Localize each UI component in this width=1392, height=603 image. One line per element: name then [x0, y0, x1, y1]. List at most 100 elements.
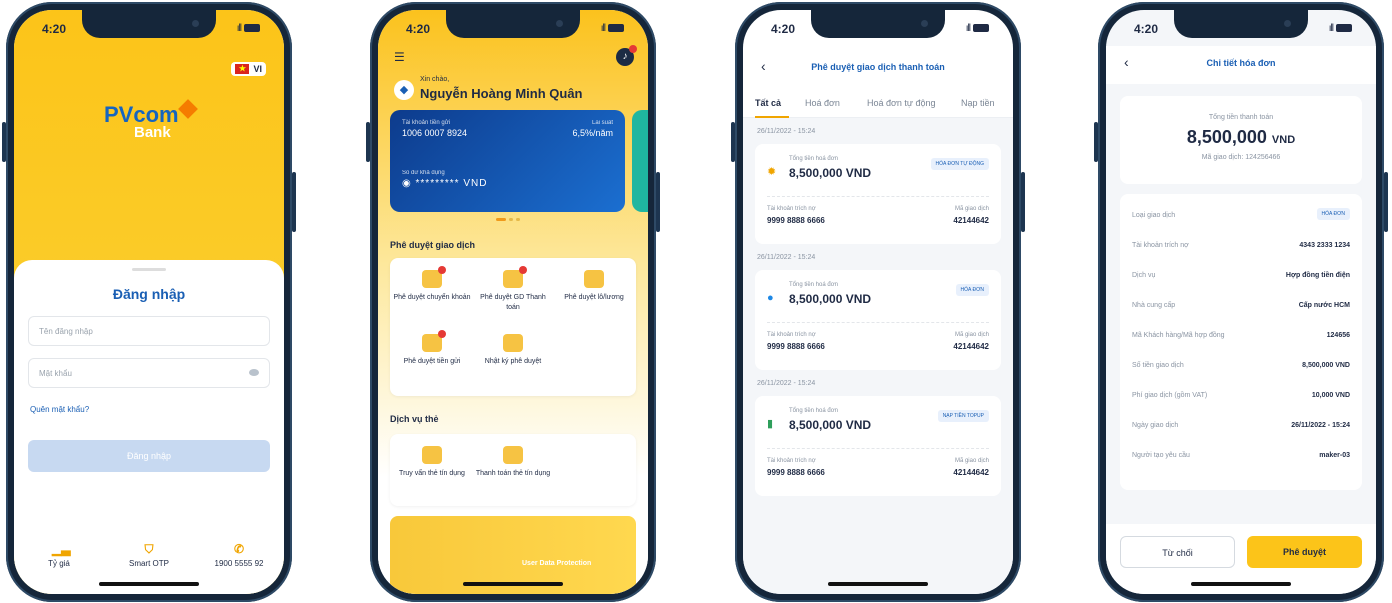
notch — [82, 10, 216, 38]
item-amount: 8,500,000 VND — [789, 166, 872, 180]
username-input[interactable]: Tên đăng nhập — [28, 316, 270, 346]
battery-icon — [973, 24, 989, 33]
next-account-card[interactable] — [632, 110, 648, 212]
quick-label: Tỷ giá — [48, 559, 70, 568]
detail-key: Dịch vụ — [1132, 272, 1156, 279]
notch — [811, 10, 945, 38]
password-input[interactable]: Mật khẩu — [28, 358, 270, 388]
home-indicator — [828, 582, 928, 586]
status-badge: HÓA ĐƠN — [955, 284, 989, 296]
item-amount: 8,500,000 VND — [789, 418, 872, 432]
tab-topup[interactable]: Nạp tiền — [961, 98, 995, 108]
detail-row: Tài khoản trích nợ 4343 2333 1234 — [1132, 238, 1350, 254]
total-value: 8,500,000 — [1186, 127, 1267, 147]
total-unit: VND — [1271, 134, 1296, 146]
debit-account-label: Tài khoản trích nợ — [767, 206, 816, 212]
reject-button[interactable]: Từ chối — [1120, 536, 1235, 568]
account-card[interactable]: Tài khoản tiền gửi 1006 0007 8924 Lãi su… — [390, 110, 625, 212]
detail-row: Dịch vụ Hợp đồng tiền điện — [1132, 268, 1350, 284]
water-drop-icon: ● — [767, 292, 774, 304]
forgot-password-link[interactable]: Quên mật khẩu? — [30, 405, 89, 414]
quick-smart-otp[interactable]: ⛉ Smart OTP — [114, 543, 184, 568]
detail-row: Nhà cung cấp Cấp nước HCM — [1132, 298, 1350, 314]
transaction-code-label: Mã giao dịch — [954, 458, 989, 464]
tile-approve-deposit[interactable]: Phê duyệt tiền gửi — [392, 330, 472, 367]
tile-approval-log[interactable]: Nhật ký phê duyệt — [473, 334, 553, 367]
bank-logo: PVcom Bank — [104, 99, 198, 142]
tab-all[interactable]: Tất cả — [755, 98, 781, 108]
status-badge: HÓA ĐƠN — [1316, 208, 1350, 220]
balance-block: Số dư khả dụng ◉ ********* VND — [402, 170, 487, 189]
card-query-icon — [422, 446, 442, 464]
menu-icon[interactable]: ☰ — [394, 50, 405, 64]
debit-account-label: Tài khoản trích nợ — [767, 458, 816, 464]
transaction-code: Mã giao dịch: 124256466 — [1201, 154, 1281, 161]
debit-account-value: 9999 8888 6666 — [767, 216, 825, 225]
password-placeholder: Mật khẩu — [39, 369, 72, 378]
login-button[interactable]: Đăng nhập — [28, 440, 270, 472]
rate-label: Lãi suất — [591, 120, 613, 126]
eye-icon[interactable]: ◉ — [402, 178, 416, 189]
section-title-card-services: Dịch vụ thẻ — [390, 414, 439, 424]
eye-icon[interactable] — [249, 369, 259, 376]
language-label: VI — [253, 64, 262, 74]
quick-label: 1900 5555 92 — [214, 559, 264, 568]
tile-approve-payment[interactable]: Phê duyệt GD Thanh toán — [473, 266, 553, 313]
screen: 4:20 ıll ☰ ♪ ◆ Xin chào, Nguyễn Hoàng Mi… — [378, 10, 648, 594]
quick-hotline[interactable]: ✆ 1900 5555 92 — [204, 543, 274, 568]
user-name: Nguyễn Hoàng Minh Quân — [420, 86, 583, 101]
tab-auto-bill[interactable]: Hoá đơn tự động — [867, 98, 935, 108]
tile-label: Phê duyệt lô/lương — [564, 294, 624, 301]
banner-text: User Data Protection — [522, 560, 592, 567]
home-indicator — [1191, 582, 1291, 586]
balance-text: ********* VND — [415, 178, 488, 189]
balance-label: Số dư khả dụng — [402, 170, 445, 176]
list-item[interactable]: ✹ Tổng tiền hoá đơn 8,500,000 VND HÓA ĐƠN T… — [755, 144, 1001, 244]
total-label: Tổng tiền thanh toán — [1208, 114, 1274, 121]
deposit-icon — [422, 330, 446, 352]
notification-bell-icon[interactable]: ♪ — [616, 45, 637, 66]
card-services-panel: Truy vấn thẻ tín dụng Thanh toán thẻ tín… — [390, 434, 636, 506]
greeting: Xin chào, — [420, 76, 450, 83]
transfer-icon — [422, 266, 446, 288]
date-label: 26/11/2022 - 15:24 — [757, 254, 816, 261]
tab-bill[interactable]: Hoá đơn — [805, 98, 840, 108]
list-item[interactable]: ▮ Tổng tiền hoá đơn 8,500,000 VND NẠP TIỀN … — [755, 396, 1001, 496]
total-amount: 8,500,000 VND — [1120, 127, 1362, 148]
item-label: Tổng tiền hoá đơn — [789, 408, 838, 414]
phone-invoice-detail: 4:20 ıll ‹ Chi tiết hóa đơn Tổng tiền tha… — [1094, 2, 1388, 602]
tab-bar: Tất cả Hoá đơn Hoá đơn tự động Nạp tiền — [743, 90, 1013, 118]
tile-approve-transfer[interactable]: Phê duyệt chuyển khoản — [392, 266, 472, 303]
home-indicator — [99, 582, 199, 586]
status-icons: ıll — [601, 23, 624, 34]
tile-approve-batch[interactable]: Phê duyệt lô/lương — [554, 270, 634, 303]
status-icons: ıll — [237, 23, 260, 34]
detail-key: Loại giao dịch — [1132, 212, 1176, 219]
detail-row: Ngày giao dịch 26/11/2022 - 15:24 — [1132, 418, 1350, 434]
detail-value: 8,500,000 VND — [1302, 362, 1350, 369]
tile-label: Phê duyệt tiền gửi — [403, 358, 461, 365]
language-button[interactable]: ★ VI — [231, 62, 266, 76]
tile-credit-card-payment[interactable]: Thanh toán thẻ tín dụng — [473, 446, 553, 479]
tile-label: Truy vấn thẻ tín dụng — [399, 470, 465, 477]
transaction-code-label: Mã giao dịch — [954, 332, 989, 338]
list-item[interactable]: ● Tổng tiền hoá đơn 8,500,000 VND HÓA ĐƠN Tà… — [755, 270, 1001, 370]
home-indicator — [463, 582, 563, 586]
approve-button[interactable]: Phê duyệt — [1247, 536, 1362, 568]
transaction-code-value: 42144642 — [953, 216, 989, 225]
coin-icon — [503, 446, 523, 464]
page-title: Chi tiết hóa đơn — [1206, 58, 1276, 68]
sheet-handle[interactable] — [132, 268, 166, 271]
log-icon — [503, 334, 523, 352]
tile-credit-card-query[interactable]: Truy vấn thẻ tín dụng — [392, 446, 472, 479]
detail-key: Số tiền giao dịch — [1132, 362, 1184, 369]
detail-key: Tài khoản trích nợ — [1132, 242, 1189, 249]
tile-label: Phê duyệt GD Thanh toán — [480, 294, 546, 311]
avatar[interactable]: ◆ — [394, 80, 414, 100]
status-badge: HÓA ĐƠN TỰ ĐỘNG — [930, 158, 989, 170]
quick-exchange-rate[interactable]: ▁▃ Tỷ giá — [24, 543, 94, 568]
flag-icon: ★ — [235, 64, 250, 74]
tile-label: Thanh toán thẻ tín dụng — [475, 470, 551, 477]
battery-icon — [608, 24, 624, 33]
shield-icon: ⛉ — [144, 542, 154, 556]
